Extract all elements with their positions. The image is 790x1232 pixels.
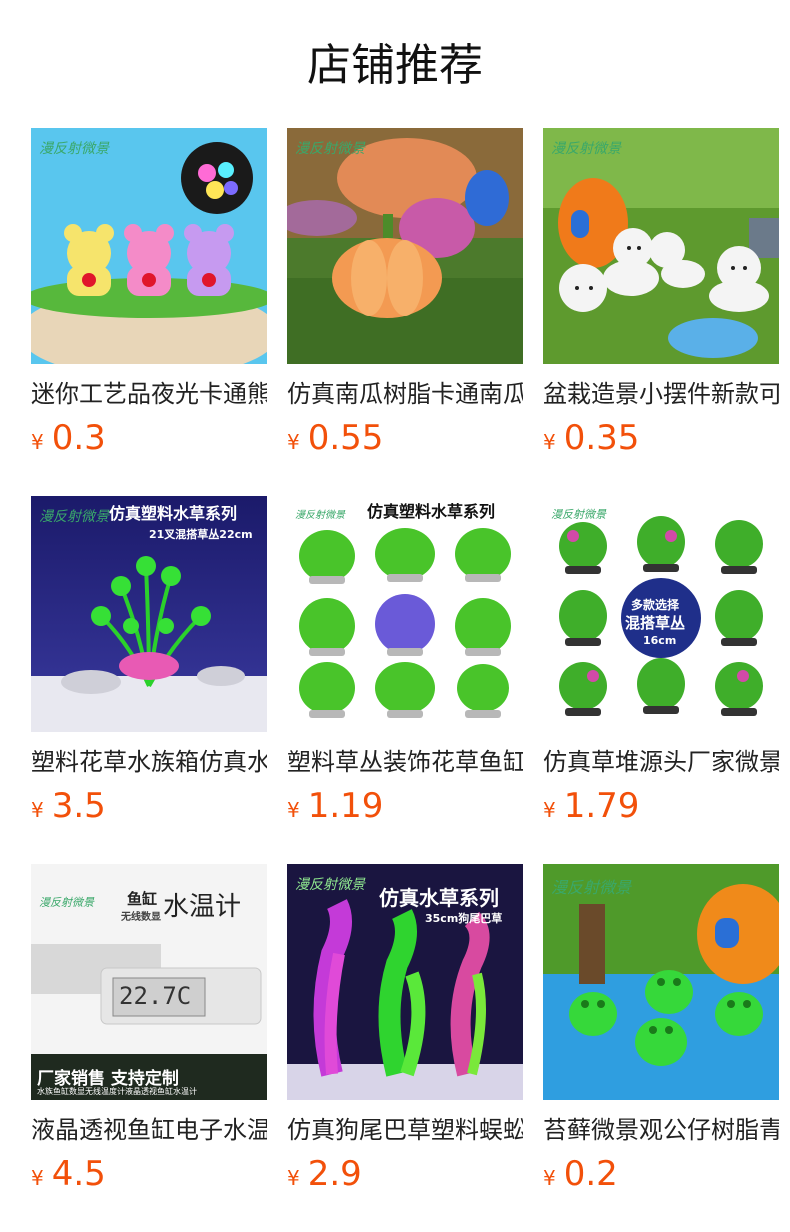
product-image[interactable]: 漫反射微景 多款选择 混搭草丛 16cm	[543, 496, 779, 732]
brand-logo: 漫反射微景	[551, 508, 606, 521]
brand-logo: 漫反射微景	[295, 510, 345, 521]
product-image[interactable]: 漫反射微景 仿真塑料水草系列	[287, 496, 523, 732]
overlay-subtitle: 21叉混搭草丛22cm	[149, 528, 253, 541]
page-title: 店铺推荐	[307, 40, 483, 91]
brand-logo: 漫反射微景	[39, 509, 109, 525]
product-name[interactable]: 盆栽造景小摆件新款可爱	[543, 376, 779, 412]
overlay-title: 仿真塑料水草系列	[109, 504, 238, 523]
product-card[interactable]: 漫反射微景 仿真南瓜树脂卡通南瓜 ¥0.55	[287, 128, 523, 460]
product-card[interactable]: 漫反射微景 盆栽造景小摆件新款可爱 ¥0.35	[543, 128, 779, 460]
product-name[interactable]: 塑料草丛装饰花草鱼缸	[287, 744, 523, 780]
overlay-subtitle: 混搭草丛	[625, 614, 686, 632]
brand-logo: 漫反射微景	[295, 877, 365, 893]
product-name[interactable]: 仿真南瓜树脂卡通南瓜	[287, 376, 523, 412]
product-card[interactable]: 漫反射微景 鱼缸 无线数显 水温计 22.7C 厂家销售 支持定制 水族鱼缸数显…	[31, 864, 267, 1196]
overlay-title: 水温计	[163, 892, 242, 922]
overlay-label: 鱼缸	[127, 890, 158, 908]
overlay-title: 仿真水草系列	[379, 886, 499, 910]
product-name[interactable]: 苔藓微景观公仔树脂青蛙	[543, 1112, 779, 1148]
overlay-label-small: 无线数显	[121, 912, 161, 923]
product-image[interactable]: 漫反射微景 仿真塑料水草系列 21叉混搭草丛22cm	[31, 496, 267, 732]
product-price: ¥1.79	[543, 786, 640, 826]
product-card[interactable]: 漫反射微景 苔藓微景观公仔树脂青蛙 ¥0.2	[543, 864, 779, 1196]
overlay-title: 仿真塑料水草系列	[367, 502, 496, 521]
product-name[interactable]: 迷你工艺品夜光卡通熊	[31, 376, 267, 412]
brand-logo: 漫反射微景	[39, 141, 109, 157]
brand-logo: 漫反射微景	[295, 141, 365, 157]
product-price: ¥2.9	[287, 1154, 362, 1194]
product-image[interactable]: 漫反射微景	[543, 128, 779, 364]
product-price: ¥0.2	[543, 1154, 618, 1194]
product-price: ¥0.3	[31, 418, 106, 458]
product-image[interactable]: 漫反射微景 仿真水草系列 35cm狗尾巴草	[287, 864, 523, 1100]
overlay-title: 多款选择	[631, 598, 680, 612]
product-name[interactable]: 液晶透视鱼缸电子水温计	[31, 1112, 267, 1148]
brand-logo: 漫反射微景	[551, 878, 632, 897]
product-price: ¥0.55	[287, 418, 384, 458]
product-image[interactable]: 漫反射微景	[31, 128, 267, 364]
product-image[interactable]: 漫反射微景	[543, 864, 779, 1100]
product-card[interactable]: 漫反射微景 仿真塑料水草系列 21叉混搭草丛22cm 塑料花草水族箱仿真水草 ¥…	[31, 496, 267, 828]
display-reading: 22.7C	[119, 982, 192, 1010]
brand-logo: 漫反射微景	[551, 141, 621, 157]
product-card[interactable]: 漫反射微景 仿真水草系列 35cm狗尾巴草 仿真狗尾巴草塑料蜈蚣草 ¥2.9	[287, 864, 523, 1196]
product-card[interactable]: 漫反射微景 多款选择 混搭草丛 16cm 仿真草堆源头厂家微景观 ¥1.79	[543, 496, 779, 828]
product-card[interactable]: 漫反射微景 迷你工艺品夜光卡通熊 ¥0.3	[31, 128, 267, 460]
promo-banner-sub: 水族鱼缸数显无线温度计液晶透视鱼缸水温计	[37, 1087, 197, 1096]
product-image[interactable]: 漫反射微景 鱼缸 无线数显 水温计 22.7C 厂家销售 支持定制 水族鱼缸数显…	[31, 864, 267, 1100]
product-name[interactable]: 塑料花草水族箱仿真水草	[31, 744, 267, 780]
product-price: ¥0.35	[543, 418, 640, 458]
product-price: ¥3.5	[31, 786, 106, 826]
product-price: ¥4.5	[31, 1154, 106, 1194]
product-card[interactable]: 漫反射微景 仿真塑料水草系列 塑料草丛装饰花草鱼缸 ¥1.19	[287, 496, 523, 828]
product-name[interactable]: 仿真草堆源头厂家微景观	[543, 744, 779, 780]
product-name[interactable]: 仿真狗尾巴草塑料蜈蚣草	[287, 1112, 523, 1148]
brand-logo: 漫反射微景	[39, 896, 94, 909]
overlay-size: 16cm	[643, 634, 677, 647]
product-image[interactable]: 漫反射微景	[287, 128, 523, 364]
product-price: ¥1.19	[287, 786, 384, 826]
overlay-subtitle: 35cm狗尾巴草	[425, 912, 503, 925]
